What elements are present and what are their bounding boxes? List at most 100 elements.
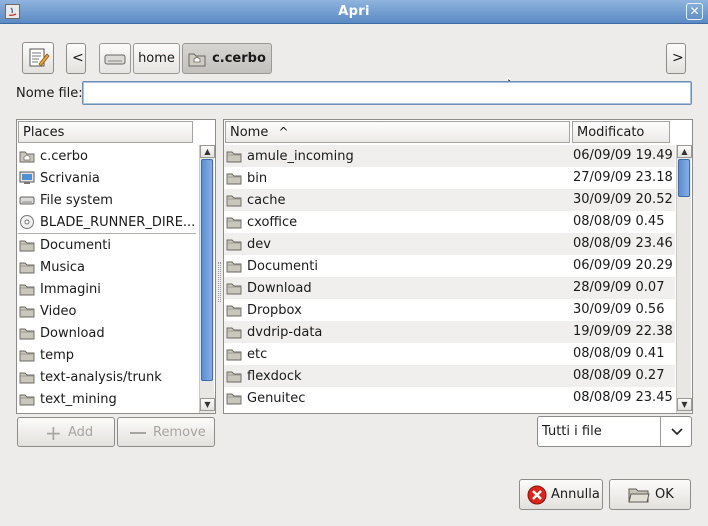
file-name: dev — [247, 236, 271, 252]
folder-icon — [226, 173, 242, 185]
file-name-cell: flexdock — [226, 365, 302, 387]
place-label: Documenti — [40, 237, 111, 253]
file-name: cxoffice — [247, 214, 298, 230]
file-name: Download — [247, 280, 312, 296]
folder-icon — [19, 350, 35, 362]
cancel-icon — [527, 485, 547, 505]
folder-icon — [19, 306, 35, 318]
folder-icon — [19, 284, 35, 296]
file-name-cell: amule_incoming — [226, 145, 354, 167]
scroll-thumb[interactable] — [201, 159, 213, 381]
place-item[interactable]: File system — [19, 189, 197, 211]
folder-icon — [226, 261, 242, 273]
chevron-down-icon — [671, 428, 683, 436]
files-scrollbar[interactable]: ▲ ▼ — [676, 145, 692, 413]
column-name-header[interactable]: Nome ^ — [225, 121, 570, 143]
close-button[interactable]: ✕ — [686, 3, 703, 20]
back-button[interactable]: < — [66, 43, 86, 74]
text-edit-icon — [29, 48, 50, 67]
add-place-button[interactable]: + Add — [17, 417, 115, 447]
place-item[interactable]: Video — [19, 300, 197, 322]
folder-icon — [19, 372, 35, 384]
folder-icon — [226, 239, 242, 251]
cancel-label: Annulla — [551, 487, 600, 502]
place-item[interactable]: Documenti — [19, 234, 197, 256]
file-name-cell: cache — [226, 189, 286, 211]
edit-location-button[interactable] — [22, 42, 54, 74]
file-name: dvdrip-data — [247, 324, 323, 340]
desktop-icon — [19, 171, 35, 184]
sort-ascending-icon: ^ — [278, 125, 289, 139]
remove-label: Remove — [153, 425, 206, 440]
ok-label: OK — [655, 487, 674, 502]
file-modified-cell: 30/09/09 20.52 — [573, 192, 673, 207]
file-name-cell: Download — [226, 277, 312, 299]
file-name: bin — [247, 170, 268, 186]
place-label: File system — [40, 192, 113, 208]
folder-icon — [19, 262, 35, 274]
remove-icon — [130, 432, 146, 434]
place-item[interactable]: Download — [19, 322, 197, 344]
folder-icon — [226, 393, 242, 405]
files-scroll-up-arrow[interactable]: ▲ — [677, 145, 692, 158]
place-item[interactable]: text_mining — [19, 388, 197, 410]
place-item[interactable]: c.cerbo — [19, 145, 197, 167]
drive-icon — [104, 54, 126, 64]
file-modified-cell: 08/08/09 23.45 — [573, 390, 673, 405]
back-label: < — [72, 50, 84, 66]
place-label: Immagini — [40, 281, 101, 297]
ok-button[interactable]: OK — [609, 479, 691, 510]
file-filter-value: Tutti i file — [542, 424, 602, 439]
place-item[interactable]: Scrivania — [19, 167, 197, 189]
column-modified-header[interactable]: Modificato — [572, 121, 670, 143]
cancel-button[interactable]: Annulla — [519, 479, 603, 510]
scroll-up-arrow[interactable]: ▲ — [200, 145, 215, 158]
file-name-cell: etc — [226, 343, 267, 365]
remove-place-button[interactable]: Remove — [117, 417, 215, 447]
place-label: c.cerbo — [40, 148, 88, 164]
file-modified-cell: 30/09/09 0.56 — [573, 302, 665, 317]
files-scroll-thumb[interactable] — [678, 159, 690, 197]
crumb-current-folder[interactable]: c.cerbo — [182, 43, 272, 74]
file-name-cell: cxoffice — [226, 211, 297, 233]
folder-icon — [226, 349, 242, 361]
forward-button[interactable]: > — [666, 43, 686, 74]
place-label: temp — [40, 347, 75, 363]
crumb-current-label: c.cerbo — [212, 51, 266, 66]
place-item[interactable]: Musica — [19, 256, 197, 278]
filter-divider — [660, 417, 661, 446]
place-label: Scrivania — [40, 170, 100, 186]
file-modified-cell: 08/08/09 0.41 — [573, 346, 665, 361]
window-title: Apri — [338, 4, 370, 19]
crumb-home-label: home — [138, 51, 175, 66]
file-modified-cell: 08/08/09 23.46 — [573, 236, 673, 251]
column-name-label: Nome — [230, 125, 269, 140]
places-header[interactable]: Places — [18, 121, 193, 143]
place-item[interactable]: temp — [19, 344, 197, 366]
folder-icon — [226, 327, 242, 339]
panel-resize-handle[interactable] — [218, 262, 221, 302]
file-modified-cell: 19/09/09 22.38 — [573, 324, 673, 339]
forward-label: > — [672, 50, 684, 66]
add-label: Add — [68, 425, 94, 440]
scroll-down-arrow[interactable]: ▼ — [200, 398, 215, 411]
add-icon: + — [45, 421, 62, 445]
file-modified-cell: 27/09/09 23.18 — [573, 170, 673, 185]
place-item[interactable]: text-analysis/trunk — [19, 366, 197, 388]
file-filter-select[interactable]: Tutti i file — [537, 416, 692, 447]
places-scrollbar[interactable]: ▲ ▼ — [199, 145, 215, 413]
file-modified-cell: 28/09/09 0.07 — [573, 280, 665, 295]
crumb-drive[interactable] — [99, 43, 131, 74]
place-item[interactable]: BLADE_RUNNER_DIRE... — [19, 211, 197, 233]
place-label: BLADE_RUNNER_DIRE... — [40, 214, 196, 230]
crumb-home[interactable]: home — [133, 43, 180, 74]
file-name-cell: bin — [226, 167, 267, 189]
place-label: text-analysis/trunk — [40, 369, 162, 385]
drive-icon — [19, 196, 35, 205]
place-label: text_mining — [40, 391, 117, 407]
place-item[interactable]: Immagini — [19, 278, 197, 300]
files-scroll-down-arrow[interactable]: ▼ — [677, 398, 692, 411]
folder-icon — [226, 371, 242, 383]
file-name: flexdock — [247, 368, 302, 384]
filename-input[interactable] — [82, 81, 692, 105]
